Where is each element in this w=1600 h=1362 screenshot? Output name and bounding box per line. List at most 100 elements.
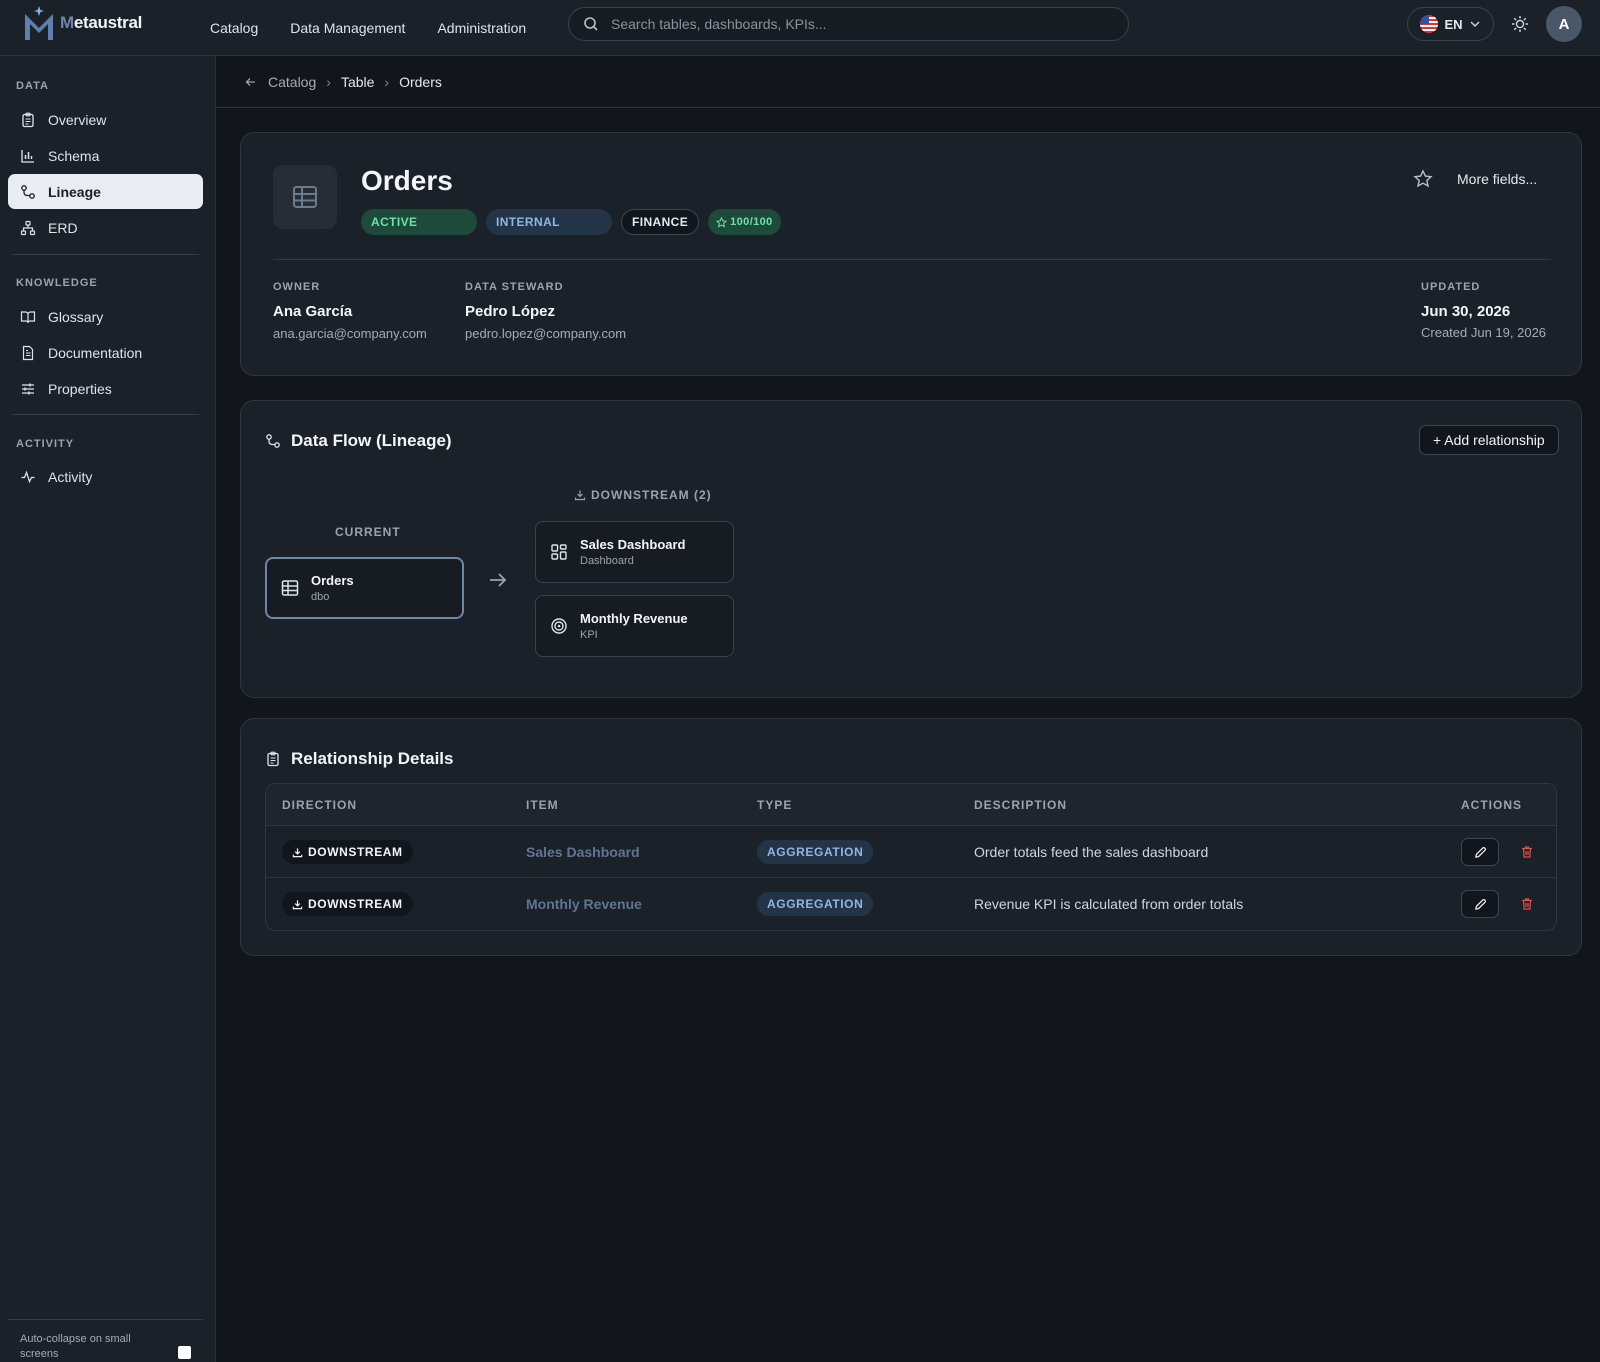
lineage-title-text: Data Flow (Lineage): [291, 431, 452, 450]
breadcrumb-table[interactable]: Table: [341, 74, 374, 90]
node-type: KPI: [580, 629, 598, 641]
auto-collapse-option: Auto-collapse on small screens: [8, 1319, 203, 1362]
lineage-card: Data Flow (Lineage) + Add relationship D…: [240, 400, 1582, 698]
node-name: Orders: [311, 573, 354, 588]
table-row: DOWNSTREAM Monthly Revenue AGGREGATION R…: [266, 878, 1556, 930]
theme-toggle[interactable]: [1508, 12, 1532, 36]
lineage-icon: [21, 184, 35, 199]
sidebar: DATA Overview Schema Lineage ERD KNOWLED…: [0, 56, 216, 1362]
nav-data-management[interactable]: Data Management: [290, 20, 405, 36]
table-row: DOWNSTREAM Sales Dashboard AGGREGATION O…: [266, 826, 1556, 878]
direction-pill: DOWNSTREAM: [282, 892, 413, 916]
sidebar-item-label: Activity: [48, 468, 93, 485]
sidebar-item-properties[interactable]: Properties: [8, 371, 203, 406]
lineage-icon: [266, 434, 280, 448]
sidebar-item-label: Lineage: [48, 183, 101, 200]
language-selector[interactable]: EN: [1407, 7, 1494, 41]
clipboard-icon: [22, 112, 34, 127]
node-name: Sales Dashboard: [580, 537, 686, 552]
description: Order totals feed the sales dashboard: [974, 844, 1209, 860]
downstream-label-text: DOWNSTREAM (2): [591, 488, 712, 502]
sidebar-item-label: Schema: [48, 147, 100, 164]
breadcrumb-separator: ›: [326, 73, 331, 90]
sidebar-item-documentation[interactable]: Documentation: [8, 335, 203, 370]
owner-name: Ana García: [273, 303, 353, 320]
add-relationship-button[interactable]: + Add relationship: [1419, 425, 1559, 455]
quality-score: 100/100: [730, 216, 773, 228]
auto-collapse-checkbox[interactable]: [178, 1346, 191, 1359]
column-header: DESCRIPTION: [974, 798, 1068, 812]
download-icon: [292, 847, 303, 857]
download-icon: [292, 899, 303, 909]
nav-administration[interactable]: Administration: [437, 20, 526, 36]
sun-icon: [1512, 16, 1528, 32]
edit-button[interactable]: [1461, 838, 1499, 866]
trash-icon: [1522, 898, 1532, 910]
direction-text: DOWNSTREAM: [308, 845, 403, 859]
main-nav: Catalog Data Management Administration: [210, 0, 526, 56]
sidebar-item-label: Glossary: [48, 308, 104, 325]
book-open-icon: [20, 310, 36, 323]
sidebar-divider: [12, 414, 199, 415]
section-title-activity: ACTIVITY: [16, 438, 75, 450]
arrow-right-icon: [490, 573, 507, 587]
table-icon: [281, 580, 299, 596]
asset-badges: ACTIVE INTERNAL FINANCE 100/100: [361, 209, 781, 235]
updated-date: Jun 30, 2026: [1421, 303, 1511, 320]
brand-name: Metaustral: [60, 13, 143, 32]
sidebar-divider: [12, 254, 199, 255]
pencil-icon: [1474, 898, 1486, 910]
page-title: Orders: [361, 165, 453, 196]
steward-label: DATA STEWARD: [465, 281, 564, 293]
section-title-knowledge: KNOWLEDGE: [16, 277, 98, 289]
delete-button[interactable]: [1516, 841, 1538, 863]
header-divider: [273, 259, 1551, 260]
favorite-star-icon[interactable]: [1413, 169, 1433, 189]
lineage-title: Data Flow (Lineage): [265, 431, 452, 451]
document-icon: [22, 345, 34, 360]
relationships-title-text: Relationship Details: [291, 749, 454, 768]
back-arrow-icon[interactable]: [244, 75, 258, 89]
breadcrumb-catalog[interactable]: Catalog: [268, 74, 316, 90]
downstream-label: DOWNSTREAM (2): [574, 488, 712, 502]
user-avatar[interactable]: A: [1546, 6, 1582, 42]
download-icon: [574, 490, 586, 501]
relationships-table: DIRECTION ITEM TYPE DESCRIPTION ACTIONS …: [265, 783, 1557, 931]
quality-score-badge: 100/100: [708, 209, 781, 235]
sidebar-item-activity[interactable]: Activity: [8, 459, 203, 494]
lineage-node-downstream[interactable]: Sales Dashboard Dashboard: [535, 521, 734, 583]
delete-button[interactable]: [1516, 893, 1538, 915]
sidebar-item-schema[interactable]: Schema: [8, 138, 203, 173]
domain-badge: FINANCE: [621, 209, 700, 235]
lineage-node-downstream[interactable]: Monthly Revenue KPI: [535, 595, 734, 657]
more-fields-button[interactable]: More fields...: [1457, 171, 1537, 187]
sidebar-item-lineage[interactable]: Lineage: [8, 174, 203, 209]
lineage-node-current[interactable]: Orders dbo: [265, 557, 464, 619]
search-input[interactable]: [611, 16, 1091, 32]
nav-catalog[interactable]: Catalog: [210, 20, 258, 36]
target-icon: [551, 618, 567, 634]
search-icon: [584, 17, 598, 31]
sliders-icon: [22, 383, 34, 394]
node-name: Monthly Revenue: [580, 611, 688, 626]
sidebar-item-overview[interactable]: Overview: [8, 102, 203, 137]
item-link[interactable]: Sales Dashboard: [526, 844, 640, 860]
column-header: TYPE: [757, 798, 793, 812]
network-icon: [20, 220, 36, 235]
item-link[interactable]: Monthly Revenue: [526, 896, 642, 912]
sidebar-item-erd[interactable]: ERD: [8, 210, 203, 245]
section-title-data: DATA: [16, 80, 49, 92]
owner-label: OWNER: [273, 281, 321, 293]
logo[interactable]: Metaustral: [22, 4, 142, 42]
top-bar: Metaustral Catalog Data Management Admin…: [0, 0, 1600, 56]
search-box: [568, 7, 1129, 41]
us-flag-icon: [1420, 15, 1439, 33]
star-outline-icon: [716, 216, 728, 228]
sidebar-item-label: Properties: [48, 380, 112, 397]
column-header: ACTIONS: [1461, 798, 1522, 812]
chevron-down-icon: [1470, 21, 1480, 28]
edit-button[interactable]: [1461, 890, 1499, 918]
sidebar-item-glossary[interactable]: Glossary: [8, 299, 203, 334]
classification-badge: INTERNAL: [486, 209, 612, 235]
pencil-icon: [1474, 846, 1486, 858]
